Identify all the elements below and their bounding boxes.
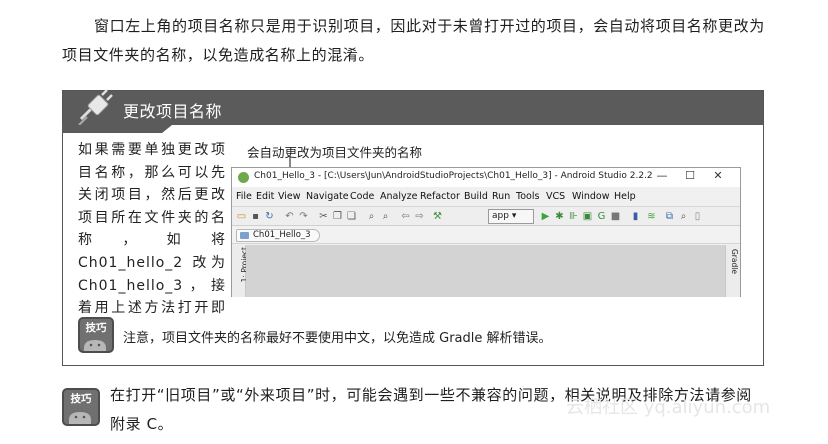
run-icon[interactable]: ▶ xyxy=(540,211,551,222)
settings-icon[interactable]: ▯ xyxy=(692,211,703,222)
copy-icon[interactable]: ❐ xyxy=(332,211,343,222)
menu-code[interactable]: Code xyxy=(350,191,374,202)
navigation-bar: Ch01_Hello_3 xyxy=(232,227,740,244)
plug-icon xyxy=(78,89,113,126)
menu-build[interactable]: Build xyxy=(464,191,488,202)
menu-help[interactable]: Help xyxy=(614,191,636,202)
gradle-sync-icon[interactable]: G xyxy=(596,211,607,222)
android-robot-icon xyxy=(84,340,106,351)
gradle-tool-window-button[interactable]: Gradle xyxy=(730,249,739,274)
menu-tools[interactable]: Tools xyxy=(516,191,539,202)
debug-icon[interactable]: ✱ xyxy=(554,211,565,222)
minimize-button[interactable]: — xyxy=(652,169,672,182)
intro-paragraph-text: 窗口左上角的项目名称只是用于识别项目，因此对于未曾打开过的项目，会自动将项目名称… xyxy=(62,17,765,64)
attach-debugger-icon[interactable]: ⊪ xyxy=(568,211,579,222)
menu-view[interactable]: View xyxy=(278,191,301,202)
menu-bar: File Edit View Navigate Code Analyze Ref… xyxy=(232,189,740,205)
project-structure-icon[interactable]: ⧉ xyxy=(664,211,675,222)
sync-icon[interactable]: ↻ xyxy=(264,211,275,222)
menu-analyze[interactable]: Analyze xyxy=(380,191,417,202)
search-everywhere-icon[interactable]: ⌕ xyxy=(678,211,689,222)
find-icon[interactable]: ⌕ xyxy=(366,211,377,222)
close-button[interactable]: ✕ xyxy=(708,169,728,182)
screenshot-caption: 会自动更改为项目文件夹的名称 xyxy=(247,145,423,160)
paste-icon[interactable]: ❏ xyxy=(346,211,357,222)
run-config-select[interactable]: app ▾ xyxy=(488,209,534,224)
tip-title: 更改项目名称 xyxy=(123,102,223,121)
sdk-manager-icon[interactable]: ≋ xyxy=(646,211,657,222)
folder-icon xyxy=(240,232,249,239)
jiqiao-badge-icon: 技巧 xyxy=(78,317,114,353)
watermark: 云栖社区 yq.aliyun.com xyxy=(566,397,771,418)
avd-manager-icon[interactable]: ▮ xyxy=(630,211,641,222)
replace-icon[interactable]: ⌕ xyxy=(380,211,391,222)
tip-box: 更改项目名称 如果需要单独更改项目名称，那么可以先关闭项目，然后更改项目所在文件… xyxy=(62,89,764,366)
make-project-icon[interactable]: ⚒ xyxy=(432,211,443,222)
main-toolbar: ▭ ▪ ↻ ↶ ↷ ✂ ❐ ❏ ⌕ ⌕ ⇦ ⇨ ⚒ app ▾ ▶ ✱ ⊪ ▣ … xyxy=(232,206,740,226)
stop-icon[interactable]: ■ xyxy=(610,211,621,222)
breadcrumb-project[interactable]: Ch01_Hello_3 xyxy=(236,229,320,242)
right-tool-strip: Gradle xyxy=(725,245,740,297)
menu-window[interactable]: Window xyxy=(572,191,609,202)
apply-changes-icon[interactable]: ▣ xyxy=(582,211,593,222)
tip-side-text: 如果需要单独更改项目名称，那么可以先关闭项目，然后更改项目所在文件夹的名称，如将… xyxy=(78,142,226,339)
menu-vcs[interactable]: VCS xyxy=(546,191,565,202)
menu-refactor[interactable]: Refactor xyxy=(420,191,460,202)
run-config-label: app xyxy=(492,211,509,221)
tip-note: 技巧 注意，项目文件夹的名称最好不要使用中文，以免造成 Gradle 解析错误。 xyxy=(78,317,758,357)
undo-icon[interactable]: ↶ xyxy=(284,211,295,222)
breadcrumb-label: Ch01_Hello_3 xyxy=(253,230,311,240)
redo-icon[interactable]: ↷ xyxy=(298,211,309,222)
tip-note-text: 注意，项目文件夹的名称最好不要使用中文，以免造成 Gradle 解析错误。 xyxy=(123,331,552,346)
intro-paragraph: 窗口左上角的项目名称只是用于识别项目，因此对于未曾打开过的项目，会自动将项目名称… xyxy=(62,12,768,70)
android-studio-logo-icon xyxy=(238,172,249,183)
window-title: Ch01_Hello_3 - [C:\Users\Jun\AndroidStud… xyxy=(254,171,653,181)
menu-file[interactable]: File xyxy=(236,191,252,202)
forward-icon[interactable]: ⇨ xyxy=(414,211,425,222)
menu-navigate[interactable]: Navigate xyxy=(306,191,349,202)
bottom-android-robot-icon xyxy=(69,412,91,424)
tip-header: 更改项目名称 xyxy=(63,89,763,126)
menu-edit[interactable]: Edit xyxy=(256,191,274,202)
bottom-jiqiao-badge-icon: 技巧 xyxy=(62,388,100,426)
cut-icon[interactable]: ✂ xyxy=(318,211,329,222)
back-icon[interactable]: ⇦ xyxy=(400,211,411,222)
window-titlebar: Ch01_Hello_3 - [C:\Users\Jun\AndroidStud… xyxy=(232,168,740,187)
save-icon[interactable]: ▪ xyxy=(250,211,261,222)
maximize-button[interactable]: ☐ xyxy=(680,169,700,182)
open-folder-icon[interactable]: ▭ xyxy=(236,211,247,222)
left-tool-strip: 1: Project xyxy=(232,245,249,297)
menu-run[interactable]: Run xyxy=(492,191,510,202)
android-studio-window: Ch01_Hello_3 - [C:\Users\Jun\AndroidStud… xyxy=(231,167,741,297)
editor-area xyxy=(246,245,726,297)
header-tab-shape xyxy=(62,125,172,133)
